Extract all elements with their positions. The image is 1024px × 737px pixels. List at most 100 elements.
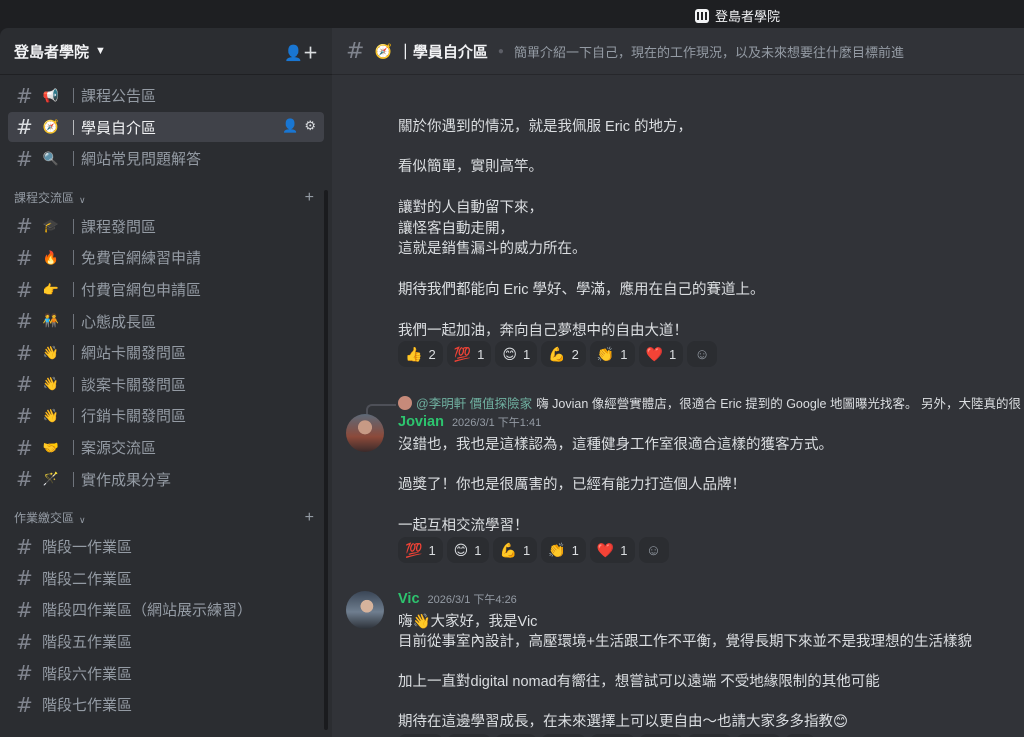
channel-label: ｜學員自介區	[66, 119, 157, 137]
channel-label: ｜談案卡關發問區	[66, 376, 187, 394]
heart-icon: ❤️	[596, 541, 615, 558]
channel-item[interactable]: # 🧑‍🤝‍🧑 ｜心態成長區	[8, 306, 324, 336]
fire-icon: 🔥	[42, 249, 60, 265]
message-timestamp: 2026/3/1 下午1:41	[451, 417, 542, 429]
reaction-hundred[interactable]: 💯 1	[398, 537, 443, 563]
chevron-down-icon: ▼	[95, 45, 106, 57]
channel-item[interactable]: # 🔥 ｜免費官網練習申請	[8, 243, 324, 273]
avatar[interactable]	[346, 591, 384, 629]
channel-item[interactable]: # 👋 ｜行銷卡關發問區	[8, 401, 324, 431]
author-name[interactable]: Vic	[398, 591, 420, 607]
author-name[interactable]: Jovian	[398, 414, 444, 430]
reaction-thumbs-up[interactable]: 👍 2	[398, 341, 443, 367]
invite-member-icon[interactable]: 👤＋	[284, 42, 318, 63]
people-icon: 🧑‍🤝‍🧑	[42, 313, 60, 329]
reply-preview[interactable]: @李明軒 價值探險家 嗨 Jovian 像經營實體店，很適合 Eric 提到的 …	[398, 393, 1021, 412]
add-reaction-icon[interactable]: ☺	[687, 341, 718, 367]
add-channel-icon[interactable]: +	[305, 189, 314, 207]
channel-item[interactable]: # 階段二作業區	[8, 563, 324, 593]
category-label: 課程交流區	[14, 190, 75, 205]
channel-list: # 📢 ｜課程公告區 # 🧭 ｜學員自介區 👤 ⚙ # 🔍 ｜網站常見問題解答 …	[0, 75, 332, 725]
pointing-hand-icon: 👉	[42, 281, 60, 297]
reaction-smile[interactable]: 😊 1	[495, 341, 538, 367]
smile-icon: 😊	[453, 541, 469, 558]
compass-icon: 🧭	[42, 119, 60, 135]
message-timestamp: 2026/3/1 下午4:26	[427, 594, 517, 606]
channel-faq[interactable]: # 🔍 ｜網站常見問題解答	[8, 144, 324, 174]
channel-item[interactable]: # 🤝 ｜案源交流區	[8, 433, 324, 463]
channel-header: # 🧭 ｜學員自介區 ● 簡單介紹一下自己，現在的工作現況，以及未來想要往什麼目…	[332, 28, 1024, 75]
clap-icon: 👏	[548, 541, 566, 558]
magic-wand-icon: 🪄	[42, 471, 60, 487]
channel-label: ｜心態成長區	[66, 313, 157, 331]
hash-icon: #	[346, 38, 365, 64]
message-line: 加上一直對digital nomad有嚮往，想嘗試可以遠端 不受地緣限制的其他可…	[398, 674, 880, 690]
invite-icon[interactable]: 👤	[282, 118, 298, 134]
channel-item[interactable]: # 階段六作業區	[8, 658, 324, 688]
channel-label: 階段二作業區	[42, 570, 133, 588]
reaction-bar: 💯 1 😊 1 💪 1 👏 1 ❤️ 1 ☺	[398, 537, 669, 563]
reply-mention[interactable]: @李明軒 價值探險家	[416, 393, 532, 412]
hundred-icon: 💯	[453, 345, 472, 362]
reaction-count: 1	[668, 346, 677, 362]
message-line: 一起互相交流學習！	[398, 518, 529, 534]
channel-label: 階段五作業區	[42, 634, 133, 651]
smile-icon: 😊	[502, 345, 517, 362]
server-icon	[695, 8, 709, 23]
avatar[interactable]	[346, 414, 384, 452]
category-homework[interactable]: 作業繳交區 ∨ +	[8, 500, 324, 530]
graduation-cap-icon: 🎓	[42, 218, 60, 234]
reaction-count: 1	[571, 542, 579, 558]
thumbs-up-icon: 👍	[405, 345, 423, 362]
channel-item[interactable]: # 👋 ｜網站卡關發問區	[8, 338, 324, 368]
channel-item[interactable]: # 階段四作業區（網站展示練習）	[8, 595, 324, 625]
add-channel-icon[interactable]: +	[305, 509, 314, 527]
reaction-heart[interactable]: ❤️ 1	[589, 537, 635, 563]
reaction-heart[interactable]: ❤️ 1	[638, 341, 684, 367]
reaction-muscle[interactable]: 💪 1	[492, 537, 538, 563]
reaction-smile[interactable]: 😊 1	[446, 537, 489, 563]
hash-icon: #	[16, 534, 33, 559]
channel-item[interactable]: # 階段一作業區	[8, 532, 324, 562]
message-author[interactable]: Vic 2026/3/1 下午4:26	[398, 591, 517, 607]
waving-hand-icon: 👋	[42, 407, 60, 423]
hash-icon: #	[16, 245, 33, 270]
message-line: 這就是銷售漏斗的威力所在。	[398, 241, 587, 257]
channel-label: 階段六作業區	[42, 665, 133, 683]
sidebar-scrollbar[interactable]	[324, 190, 328, 730]
server-header[interactable]: 登島者學院 ▼ 👤＋	[0, 28, 332, 75]
hundred-icon: 💯	[405, 541, 423, 558]
add-reaction-icon[interactable]: ☺	[638, 537, 669, 563]
message-line: 讓怪客自動走開，	[398, 221, 514, 237]
channel-item[interactable]: # 🎓 ｜課程發問區	[8, 211, 324, 241]
hash-icon: #	[16, 403, 33, 428]
channel-title: ｜學員自介區	[397, 43, 488, 61]
reaction-hundred[interactable]: 💯 1	[446, 341, 492, 367]
muscle-icon: 💪	[499, 541, 517, 558]
channel-item[interactable]: # 階段七作業區	[8, 690, 324, 720]
channel-item[interactable]: # 👉 ｜付費官網包申請區	[8, 275, 324, 305]
hash-icon: #	[16, 115, 33, 140]
reaction-clap[interactable]: 👏 1	[589, 341, 635, 367]
reaction-clap[interactable]: 👏 1	[541, 537, 586, 563]
channel-intro[interactable]: # 🧭 ｜學員自介區 👤 ⚙	[8, 112, 324, 143]
channel-label: 階段一作業區	[42, 539, 133, 557]
channel-label: ｜網站常見問題解答	[66, 151, 202, 169]
channel-announcements[interactable]: # 📢 ｜課程公告區	[8, 81, 324, 111]
reaction-count: 1	[620, 542, 628, 558]
channel-item[interactable]: # 👋 ｜談案卡關發問區	[8, 369, 324, 399]
hash-icon: #	[16, 309, 33, 334]
category-course-exchange[interactable]: 課程交流區 ∨ +	[8, 180, 324, 210]
message-line: 嗨👋大家好，我是Vic	[398, 614, 538, 630]
channel-label: ｜付費官網包申請區	[66, 282, 202, 300]
gear-icon[interactable]: ⚙	[304, 118, 316, 134]
channel-topic: 簡單介紹一下自己，現在的工作現況，以及未來想要往什麼目標前進	[513, 44, 904, 60]
channel-item[interactable]: # 🪄 ｜實作成果分享	[8, 464, 324, 494]
channel-item[interactable]: # 階段五作業區	[8, 627, 324, 657]
reaction-muscle[interactable]: 💪 2	[541, 341, 586, 367]
reaction-count: 1	[522, 346, 531, 362]
reaction-count: 1	[477, 346, 485, 362]
chat-area: # 🧭 ｜學員自介區 ● 簡單介紹一下自己，現在的工作現況，以及未來想要往什麼目…	[332, 28, 1024, 737]
message-author[interactable]: Jovian 2026/3/1 下午1:41	[398, 414, 541, 430]
waving-hand-icon: 👋	[42, 376, 60, 392]
